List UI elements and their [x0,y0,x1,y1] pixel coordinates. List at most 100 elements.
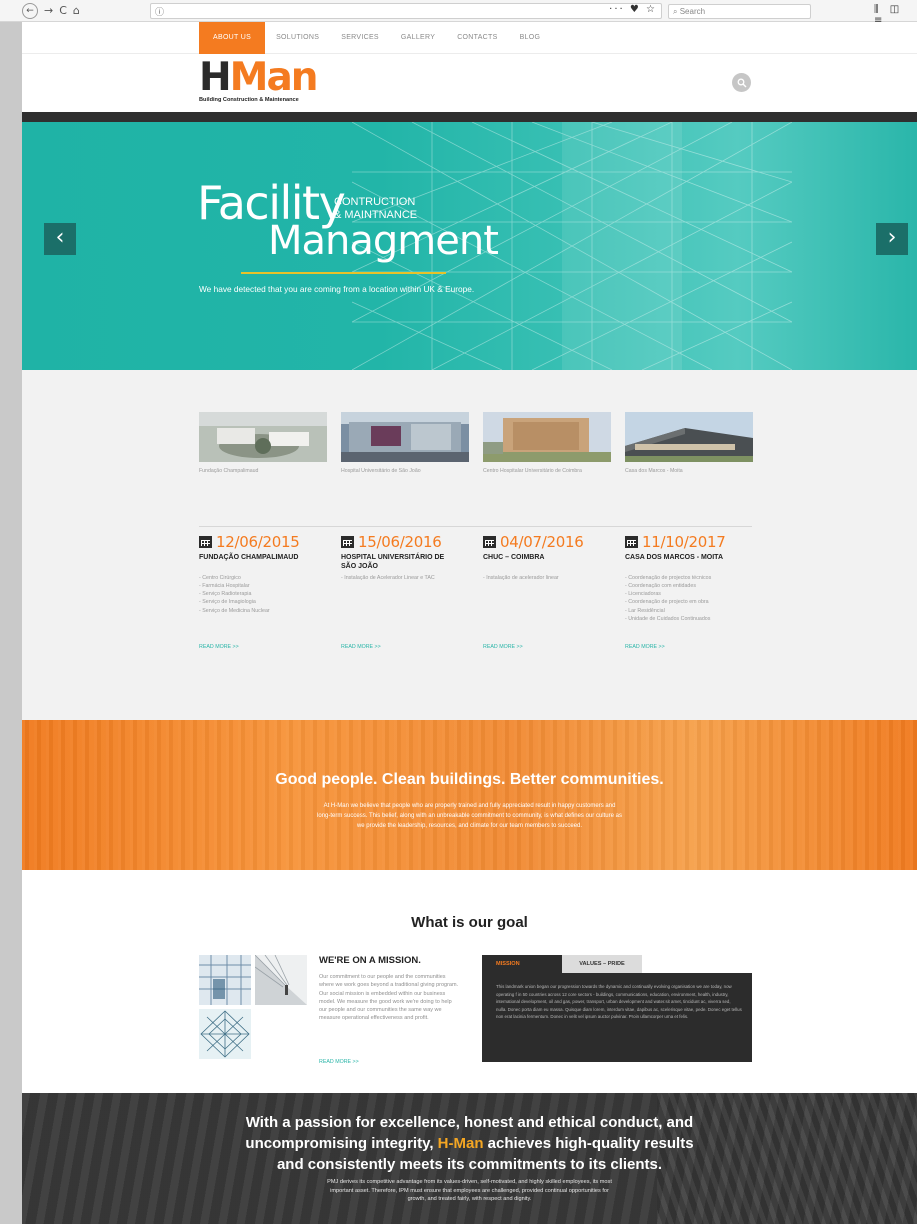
goal-heading: What is our goal [411,914,528,931]
nav-about-us[interactable]: ABOUT US [199,22,266,54]
search-icon [737,78,746,87]
info-icon[interactable]: ⓘ [155,5,164,18]
browser-nav: ← → C ⌂ [22,3,80,19]
nav-services[interactable]: SERVICES [330,22,390,54]
mission-title: WE'RE ON A MISSION. [319,955,421,966]
browser-search-input[interactable]: ⌕ Search [668,4,811,19]
list-item: - Coordenação de projecto em obra [625,599,709,606]
read-more-link[interactable]: READ MORE >> [483,644,523,650]
tab-values-pride[interactable]: VALUES – PRIDE [562,955,642,973]
header: HMan Building Construction & Maintenance [22,54,917,112]
thumbnail-caption: Fundação Champalimaud [199,468,259,474]
culture-text: At H-Man we believe that people who are … [317,803,622,829]
list-item: - Coordenação de projectos técnicos [625,574,712,581]
brand-highlight: H-Man [437,1135,484,1152]
reload-button[interactable]: C [59,3,67,19]
project-name: CASA DOS MARCOS - MOITA [625,554,723,561]
url-bar[interactable]: ⓘ ··· ♥ ☆ [150,3,662,19]
hero-slider: Facility CONTRUCTION & MAINTNANCE Managm… [22,122,917,370]
projects-section: Fundação Champalimaud Hospital Universit… [22,370,917,720]
slider-next-button[interactable]: › [876,223,908,255]
hero-title-management: Managment [268,218,499,264]
project-thumbnail[interactable] [199,412,327,462]
list-item: - Unidade de Cuidados Continuados [625,615,711,622]
web-page: ABOUT US SOLUTIONS SERVICES GALLERY CONT… [22,22,917,1224]
calendar-icon [199,536,212,548]
nav-solutions[interactable]: SOLUTIONS [265,22,330,54]
nav-blog[interactable]: BLOG [509,22,552,54]
thumbnail-caption: Hospital Universitário de São João [341,468,421,474]
list-item: - Centro Cirúrgico [199,574,241,581]
mission-image [255,955,307,1005]
values-heading: With a passion for excellence, honest an… [245,1114,694,1173]
project-bullets: - Coordenação de projectos técnicos - Co… [625,574,760,624]
project-card: 04/07/2016 CHUC – COIMBRA - Instalação d… [483,532,618,650]
mission-read-more-link[interactable]: READ MORE >> [319,1059,359,1065]
logo-wordmark: HMan [199,55,319,100]
values-banner: With a passion for excellence, honest an… [22,1093,917,1224]
mission-text: Our commitment to our people and the com… [319,974,459,1022]
project-date: 11/10/2017 [625,532,760,552]
browser-search-placeholder: Search [679,7,706,16]
mission-image [199,1009,251,1059]
page-actions-icons[interactable]: ··· ♥ ☆ [609,4,657,15]
read-more-link[interactable]: READ MORE >> [341,644,381,650]
thumbnail-caption: Casa dos Marcos - Moita [625,468,683,474]
list-item: - Serviço Radioterapia [199,591,252,598]
chevron-right-icon: › [887,225,897,250]
hero-subtitle-construction: CONTRUCTION [334,196,416,208]
goal-section: What is our goal WE'RE ON A MISSION. Our… [22,870,917,1093]
values-text: PMJ derives its competitive advantage fr… [327,1179,612,1202]
banner-background [22,720,917,870]
project-bullets: - Centro Cirúrgico - Farmácia Hospitalar… [199,574,334,615]
calendar-icon [625,536,638,548]
back-button[interactable]: ← [22,3,38,19]
project-date: 12/06/2015 [199,532,334,552]
list-item: - Serviço de Imagiologia [199,599,256,606]
mission-image [199,955,251,1005]
chevron-left-icon: ‹ [55,225,65,250]
hero-underline [241,272,446,274]
top-navigation: ABOUT US SOLUTIONS SERVICES GALLERY CONT… [22,22,917,54]
project-card: 15/06/2016 HOSPITAL UNIVERSITÁRIO DE SÃO… [341,532,476,650]
calendar-icon [483,536,496,548]
project-name: CHUC – COIMBRA [483,554,545,561]
read-more-link[interactable]: READ MORE >> [199,644,239,650]
main-menu: ABOUT US SOLUTIONS SERVICES GALLERY CONT… [199,22,551,54]
project-thumbnail[interactable] [483,412,611,462]
read-more-link[interactable]: READ MORE >> [625,644,665,650]
hero-location-text: We have detected that you are coming fro… [199,284,475,294]
project-thumbnail[interactable] [625,412,753,462]
header-divider [22,112,917,122]
project-thumbnail[interactable] [341,412,469,462]
culture-heading: Good people. Clean buildings. Better com… [275,771,664,788]
hman-logo[interactable]: HMan Building Construction & Maintenance [199,56,329,106]
thumbnail-caption: Centro Hospitalar Universitário de Coimb… [483,468,582,474]
project-date: 15/06/2016 [341,532,476,552]
project-date: 04/07/2016 [483,532,618,552]
nav-gallery[interactable]: GALLERY [390,22,446,54]
forward-button[interactable]: → [44,3,53,19]
tab-content-text: This landmark union began our progressio… [496,984,742,1019]
tab-strip-spacer [642,955,752,973]
slider-prev-button[interactable]: ‹ [44,223,76,255]
list-item: - Lar Residêncial [625,607,665,614]
calendar-icon [341,536,354,548]
project-name: FUNDAÇÃO CHAMPALIMAUD [199,554,299,561]
list-item: - Serviço de Medicina Nuclear [199,607,270,614]
home-button[interactable]: ⌂ [73,3,80,19]
list-item: - Instalação de Acelerador Linear e TAC [341,575,435,581]
project-card: 12/06/2015 FUNDAÇÃO CHAMPALIMAUD - Centr… [199,532,334,650]
project-bullets: - Instalação de acelerador linear [483,574,618,582]
nav-contacts[interactable]: CONTACTS [446,22,508,54]
projects-divider [199,526,752,527]
list-item: - Farmácia Hospitalar [199,582,250,589]
project-name: HOSPITAL UNIVERSITÁRIO DE SÃO JOÃO [341,554,445,570]
list-item: - Instalação de acelerador linear [483,574,559,581]
project-card: 11/10/2017 CASA DOS MARCOS - MOITA - Coo… [625,532,760,650]
site-search-button[interactable] [732,73,751,92]
mission-values-tabs: MISSION VALUES – PRIDE This landmark uni… [482,955,752,1062]
logo-tagline: Building Construction & Maintenance [199,97,299,103]
tab-mission[interactable]: MISSION [482,955,562,973]
list-item: - Licenciadoras [625,591,661,598]
